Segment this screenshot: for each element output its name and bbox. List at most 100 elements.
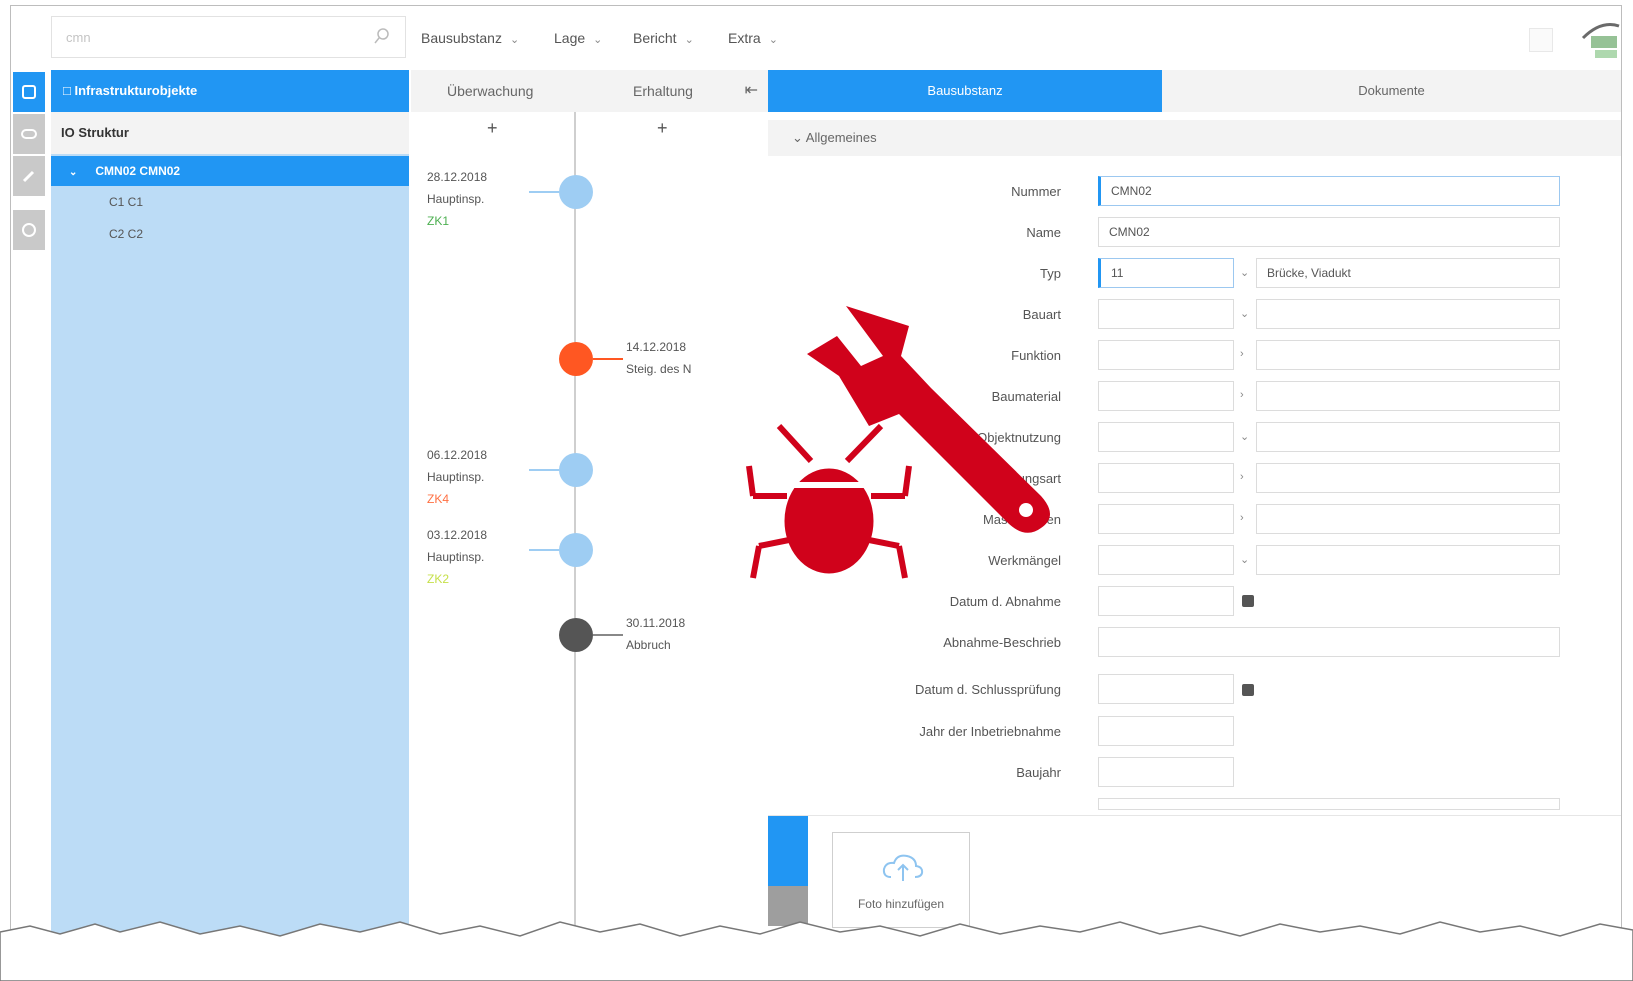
add-maintenance-button[interactable]: + — [657, 118, 668, 139]
massnahmen-text-field[interactable] — [1256, 504, 1560, 534]
objektnutzung-code-field[interactable] — [1098, 422, 1234, 452]
tree-header[interactable]: □ Infrastrukturobjekte — [51, 70, 409, 112]
werkmaengel-code-field[interactable] — [1098, 545, 1234, 575]
chevron-right-icon[interactable]: › — [1240, 348, 1244, 360]
jahr-inbetriebnahme-field[interactable] — [1098, 716, 1234, 746]
menu-label: Lage — [554, 30, 586, 46]
label-abnahme-beschrieb: Abnahme-Beschrieb — [943, 635, 1061, 650]
baumaterial-code-field[interactable] — [1098, 381, 1234, 411]
rail-history-button[interactable] — [13, 210, 45, 250]
tab-ueberwachung[interactable]: Überwachung — [447, 70, 533, 112]
event-type: Hauptinsp. — [427, 550, 485, 564]
wrench-icon[interactable] — [559, 342, 593, 376]
tab-bausubstanz[interactable]: Bausubstanz — [768, 70, 1162, 112]
name-field[interactable]: CMN02 — [1098, 217, 1560, 247]
menu-extra[interactable]: Extra ⌄ — [728, 30, 778, 46]
left-rail — [11, 70, 45, 936]
menu-label: Bausubstanz — [421, 30, 502, 46]
menu-lage[interactable]: Lage ⌄ — [554, 30, 602, 46]
funktion-code-field[interactable] — [1098, 340, 1234, 370]
rail-objects-button[interactable] — [13, 72, 45, 112]
eye-icon[interactable] — [559, 175, 593, 209]
datum-schlusspruefung-field[interactable] — [1098, 674, 1234, 704]
event-connector — [529, 549, 559, 551]
chevron-down-icon[interactable]: ⌄ — [1240, 266, 1249, 279]
chevron-right-icon[interactable]: › — [1240, 471, 1244, 483]
collapse-icon[interactable]: ⇤ — [745, 80, 758, 100]
label-nummer: Nummer — [1011, 184, 1061, 199]
bug-icon — [746, 423, 912, 579]
next-field[interactable] — [1098, 798, 1560, 810]
square-icon — [22, 85, 36, 99]
event-date: 30.11.2018 — [626, 616, 686, 630]
funktion-text-field[interactable] — [1256, 340, 1560, 370]
eye-icon[interactable] — [559, 533, 593, 567]
torn-edge — [0, 921, 1633, 981]
chevron-down-icon: ⌄ — [509, 34, 520, 46]
eye-icon — [21, 129, 37, 139]
chevron-down-icon[interactable]: ⌄ — [69, 167, 77, 178]
tree-item-selected[interactable]: ⌄ CMN02 CMN02 — [51, 156, 409, 186]
typ-text-field[interactable]: Brücke, Viadukt — [1256, 258, 1560, 288]
label-jahr-inbetriebnahme: Jahr der Inbetriebnahme — [919, 724, 1061, 739]
label-typ: Typ — [1040, 266, 1061, 281]
bauart-code-field[interactable] — [1098, 299, 1234, 329]
event-date: 06.12.2018 — [427, 448, 488, 462]
tree-item-c2[interactable]: C2 C2 — [51, 218, 409, 250]
section-allgemeines[interactable]: ⌄ Allgemeines — [768, 120, 1621, 156]
chevron-right-icon[interactable]: › — [1240, 512, 1244, 524]
logo-icon — [1581, 23, 1620, 58]
history-icon — [22, 223, 36, 237]
objektnutzung-text-field[interactable] — [1256, 422, 1560, 452]
gruendungsart-text-field[interactable] — [1256, 463, 1560, 493]
event-date: 03.12.2018 — [427, 528, 488, 542]
gruendungsart-code-field[interactable] — [1098, 463, 1234, 493]
notification-box[interactable] — [1529, 28, 1553, 52]
tree-header-label: Infrastrukturobjekte — [74, 83, 198, 98]
eye-icon[interactable] — [559, 453, 593, 487]
tree-subheader: IO Struktur — [51, 112, 409, 154]
object-tree-panel: □ Infrastrukturobjekte IO Struktur ⌄ CMN0… — [51, 70, 409, 936]
search-icon[interactable] — [373, 27, 391, 45]
typ-code-field[interactable]: 11 — [1098, 258, 1234, 288]
baumaterial-text-field[interactable] — [1256, 381, 1560, 411]
menu-bausubstanz[interactable]: Bausubstanz ⌄ — [421, 30, 519, 46]
timeline-panel: Überwachung Erhaltung ⇤ + + 28.12.2018 H… — [411, 70, 768, 936]
event-status: ZK4 — [427, 492, 450, 506]
menu-label: Bericht — [633, 30, 677, 46]
chevron-down-icon[interactable]: ⌄ — [1240, 430, 1249, 443]
timeline-event-text: 06.12.2018 Hauptinsp. ZK4 — [427, 444, 487, 510]
massnahmen-code-field[interactable] — [1098, 504, 1234, 534]
detail-tabs: Bausubstanz Dokumente — [768, 70, 1621, 112]
rail-wrench-button[interactable] — [13, 156, 45, 196]
timeline-event-text: 03.12.2018 Hauptinsp. ZK2 — [427, 524, 487, 590]
tab-dokumente[interactable]: Dokumente — [1162, 70, 1621, 112]
label-datum-schlusspruefung: Datum d. Schlussprüfung — [915, 682, 1061, 697]
wrench-icon[interactable] — [559, 618, 593, 652]
photo-tab[interactable] — [768, 816, 808, 886]
abnahme-beschrieb-field[interactable] — [1098, 627, 1560, 657]
event-type: Steig. des N — [626, 362, 692, 376]
add-inspection-button[interactable]: + — [487, 118, 498, 139]
baujahr-field[interactable] — [1098, 757, 1234, 787]
rail-eye-button[interactable] — [13, 114, 45, 154]
bauart-text-field[interactable] — [1256, 299, 1560, 329]
chevron-down-icon: ⌄ — [593, 34, 603, 46]
calendar-icon[interactable] — [1242, 595, 1254, 607]
nummer-field[interactable]: CMN02 — [1098, 176, 1560, 206]
datum-abnahme-field[interactable] — [1098, 586, 1234, 616]
event-status: ZK2 — [427, 572, 450, 586]
chevron-down-icon[interactable]: ⌄ — [1240, 307, 1249, 320]
wrench-icon — [22, 170, 35, 183]
calendar-icon[interactable] — [1242, 684, 1254, 696]
tree-item-c1[interactable]: C1 C1 — [51, 186, 409, 218]
chevron-down-icon[interactable]: ⌄ — [1240, 553, 1249, 566]
chevron-right-icon[interactable]: › — [1240, 389, 1244, 401]
search-input[interactable]: cmn — [51, 16, 406, 58]
timeline-event-text: 28.12.2018 Hauptinsp. ZK1 — [427, 166, 487, 232]
menu-bericht[interactable]: Bericht ⌄ — [633, 30, 694, 46]
tab-erhaltung[interactable]: Erhaltung — [633, 70, 693, 112]
werkmaengel-text-field[interactable] — [1256, 545, 1560, 575]
section-label: Allgemeines — [805, 130, 877, 145]
search-placeholder: cmn — [66, 30, 91, 45]
